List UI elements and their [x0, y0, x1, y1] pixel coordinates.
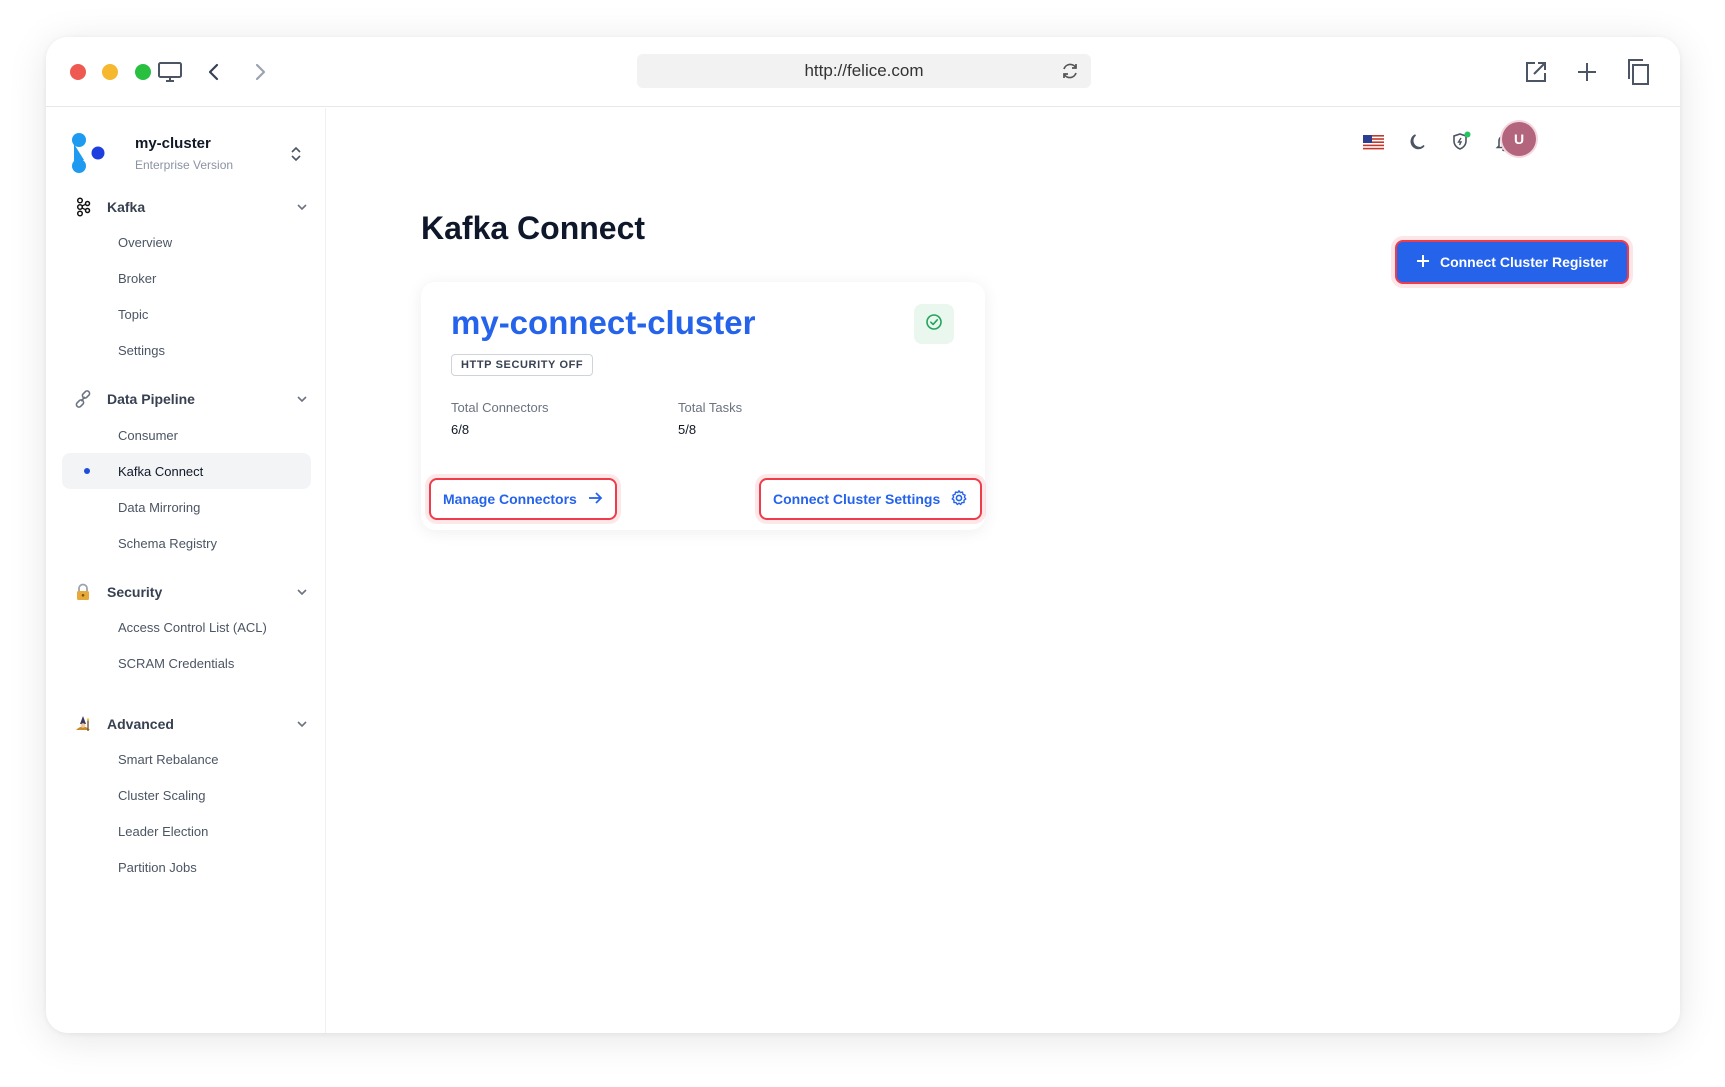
sidebar-item-data-mirroring[interactable]: Data Mirroring [62, 489, 311, 525]
sidebar-item-topic[interactable]: Topic [62, 296, 311, 332]
sidebar-item-label: Smart Rebalance [118, 751, 219, 767]
sidebar-item-label: Overview [118, 234, 173, 250]
user-avatar[interactable]: U [1502, 122, 1536, 156]
sidebar-item-label: Kafka Connect [118, 463, 204, 479]
gear-icon [950, 489, 968, 510]
sidebar-item-label: Broker [118, 270, 157, 286]
status-badge [914, 304, 954, 344]
nav-group-label: Advanced [107, 716, 174, 732]
copy-tabs-icon[interactable] [1624, 59, 1652, 85]
sidebar: my-cluster Enterprise Version Kafka Over… [46, 108, 326, 1033]
cluster-edition: Enterprise Version [135, 158, 234, 172]
chevron-down-icon [294, 391, 310, 407]
sidebar-item-label: SCRAM Credentials [118, 655, 235, 671]
sidebar-item-settings[interactable]: Settings [62, 332, 311, 368]
nav-group-label: Security [107, 584, 163, 600]
sidebar-item-scram-credentials[interactable]: SCRAM Credentials [62, 645, 311, 681]
sidebar-item-label: Cluster Scaling [118, 787, 206, 803]
sidebar-item-kafka-connect[interactable]: Kafka Connect [62, 453, 311, 489]
minimize-window-button[interactable] [102, 64, 118, 80]
page-title: Kafka Connect [421, 210, 646, 246]
new-tab-icon[interactable] [1573, 59, 1601, 85]
sidebar-item-smart-rebalance[interactable]: Smart Rebalance [62, 741, 311, 777]
chevron-down-icon [294, 199, 310, 215]
sidebar-item-label: Schema Registry [118, 535, 217, 551]
active-indicator [84, 468, 90, 474]
sidebar-item-consumer[interactable]: Consumer [62, 417, 311, 453]
total-tasks-value: 5/8 [678, 422, 697, 437]
sidebar-item-label: Settings [118, 342, 165, 358]
sidebar-item-label: Leader Election [118, 823, 209, 839]
chevron-up-down-icon[interactable] [288, 144, 304, 164]
total-connectors-label: Total Connectors [451, 400, 549, 415]
url-text: http://felice.com [804, 61, 924, 80]
forward-icon[interactable] [246, 59, 274, 85]
close-window-button[interactable] [70, 64, 86, 80]
sidebar-item-partition-jobs[interactable]: Partition Jobs [62, 849, 311, 885]
sidebar-item-leader-election[interactable]: Leader Election [62, 813, 311, 849]
check-circle-icon [925, 313, 943, 336]
nav-group-security[interactable]: Security [72, 577, 310, 607]
chevron-down-icon [294, 716, 310, 732]
manage-connectors-button[interactable]: Manage Connectors [429, 478, 617, 520]
maximize-window-button[interactable] [135, 64, 151, 80]
kafka-icon [72, 196, 94, 218]
sidebar-item-schema-registry[interactable]: Schema Registry [62, 525, 311, 561]
shield-icon[interactable] [1445, 126, 1477, 158]
sidebar-item-cluster-scaling[interactable]: Cluster Scaling [62, 777, 311, 813]
total-tasks-label: Total Tasks [678, 400, 743, 415]
connect-cluster-name[interactable]: my-connect-cluster [451, 304, 755, 342]
sidebar-item-label: Data Mirroring [118, 499, 201, 515]
sidebar-item-acl[interactable]: Access Control List (ACL) [62, 609, 311, 645]
nav-group-label: Data Pipeline [107, 391, 195, 407]
sidebar-item-label: Access Control List (ACL) [118, 619, 267, 635]
nav-group-data-pipeline[interactable]: Data Pipeline [72, 384, 310, 414]
security-badge: HTTP SECURITY OFF [451, 354, 594, 376]
manage-connectors-label: Manage Connectors [443, 491, 577, 507]
address-bar[interactable]: http://felice.com [637, 54, 1091, 88]
link-icon [72, 388, 94, 410]
plus-icon [1416, 254, 1430, 271]
sidebar-item-label: Partition Jobs [118, 859, 197, 875]
nav-group-label: Kafka [107, 199, 146, 215]
sidebar-item-label: Consumer [118, 427, 178, 443]
sidebar-item-overview[interactable]: Overview [62, 224, 311, 260]
felice-logo-icon [70, 132, 110, 176]
connect-cluster-settings-button[interactable]: Connect Cluster Settings [759, 478, 983, 520]
main-content: U Kafka Connect Connect Cluster Register… [327, 108, 1680, 1033]
browser-toolbar: http://felice.com [46, 37, 1680, 107]
connect-cluster-card: my-connect-cluster HTTP SECURITY OFF Tot… [421, 282, 985, 530]
chevron-down-icon [294, 584, 310, 600]
open-external-icon[interactable] [1522, 59, 1550, 85]
moon-icon[interactable] [1401, 126, 1433, 158]
cluster-settings-label: Connect Cluster Settings [773, 491, 941, 507]
total-connectors-value: 6/8 [451, 422, 470, 437]
us-flag-icon[interactable] [1357, 126, 1389, 158]
lock-icon [72, 581, 94, 603]
nav-group-kafka[interactable]: Kafka [72, 192, 310, 222]
nav-group-advanced[interactable]: Advanced [72, 709, 310, 739]
cluster-name: my-cluster [135, 135, 211, 152]
connect-cluster-register-button[interactable]: Connect Cluster Register [1395, 240, 1629, 284]
register-button-label: Connect Cluster Register [1439, 254, 1609, 270]
sidebar-item-broker[interactable]: Broker [62, 260, 311, 296]
reload-icon[interactable] [1059, 60, 1081, 82]
arrow-right-icon [587, 490, 603, 509]
sidebar-item-label: Topic [118, 306, 149, 322]
cluster-switcher[interactable]: my-cluster Enterprise Version [70, 132, 310, 176]
back-icon[interactable] [200, 59, 228, 85]
browser-window: http://felice.com my-cluster Enterprise … [46, 37, 1680, 1033]
monitor-icon[interactable] [156, 59, 184, 85]
wizard-icon [72, 713, 94, 735]
